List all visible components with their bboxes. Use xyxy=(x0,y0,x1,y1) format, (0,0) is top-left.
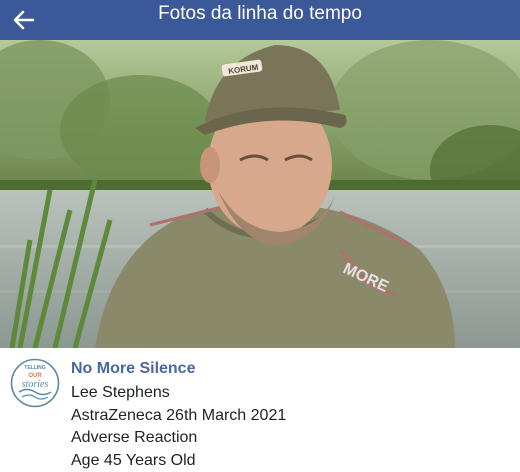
telling-our-stories-logo-icon: TELLING OUR stories xyxy=(10,358,60,408)
page-title: Fotos da linha do tempo xyxy=(0,0,520,40)
page-name-link[interactable]: No More Silence xyxy=(71,360,195,378)
top-bar: Fotos da linha do tempo xyxy=(0,0,520,40)
svg-text:stories: stories xyxy=(22,379,49,390)
post-details: TELLING OUR stories No More Silence Lee … xyxy=(0,348,520,468)
post-caption: Lee Stephens AstraZeneca 26th March 2021… xyxy=(71,382,511,472)
caption-line: Age 45 Years Old xyxy=(71,450,511,472)
caption-line: AstraZeneca 26th March 2021 xyxy=(71,405,511,428)
caption-line: Adverse Reaction xyxy=(71,427,511,450)
photo-of-man-in-cap-by-lake-icon: MORE KORUM xyxy=(0,40,520,348)
caption-line: Lee Stephens xyxy=(71,382,511,405)
timeline-photo[interactable]: MORE KORUM xyxy=(0,40,520,348)
svg-text:TELLING: TELLING xyxy=(24,365,45,371)
avatar[interactable]: TELLING OUR stories xyxy=(10,358,60,408)
